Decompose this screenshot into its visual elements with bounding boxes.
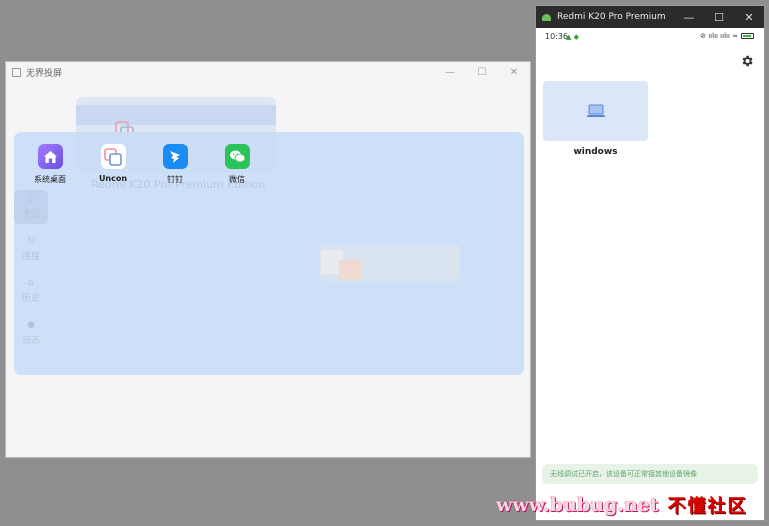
wechat-app-icon <box>224 144 250 169</box>
status-right: ⊘ ıılıı ıılıı ≈ <box>700 32 754 40</box>
device-label: windows <box>573 147 618 157</box>
nav-label: 连接 <box>21 252 40 262</box>
watermark-name: 不懂社区 <box>667 496 748 517</box>
window-title: 无界投屏 <box>26 68 63 79</box>
home-app-icon <box>37 144 63 169</box>
app-label: 系统桌面 <box>34 175 66 184</box>
ghost-card-bar <box>76 105 276 125</box>
blurred-region-pink <box>339 260 361 280</box>
phone-status-bar: 10:36 ▲ ◆ ⊘ ıılıı ıılıı ≈ <box>536 30 764 44</box>
app-item-uncon[interactable]: Uncon <box>83 144 143 183</box>
main-window: 无界投屏 — ☐ ✕ 流量 Redmi K20 Pro Premium Edit… <box>5 61 531 458</box>
info-icon: ● <box>27 320 35 330</box>
app-item-dingtalk[interactable]: 钉钉 <box>145 144 205 185</box>
nav-label: 历史 <box>21 294 40 304</box>
minimize-button[interactable]: — <box>674 6 704 28</box>
app-logo-icon <box>12 67 21 77</box>
laptop-icon <box>586 104 605 117</box>
uncon-app-icon <box>100 144 126 169</box>
nav-item-connect[interactable]: ↻ 连接 <box>14 232 48 266</box>
window-controls: — ☐ ✕ <box>434 62 530 82</box>
app-item-wechat[interactable]: 微信 <box>207 144 267 185</box>
nav-item-home[interactable]: ⌂ 主页 <box>14 190 48 224</box>
status-time: 10:36 <box>545 32 569 41</box>
device-window-title: Redmi K20 Pro Premium Edi... <box>557 12 669 22</box>
device-window: Redmi K20 Pro Premium Edi... — ☐ ✕ 10:36… <box>535 5 765 521</box>
sidebar-nav: ⌂ 主页 ↻ 连接 ⌂ 历史 ● 日志 <box>14 190 48 358</box>
watermark: www.bubug.net 不懂社区 <box>496 493 748 517</box>
app-label: 钉钉 <box>167 175 183 184</box>
signal-icons: ⊘ ıılıı ıılıı ≈ <box>700 32 738 40</box>
nav-label: 主页 <box>21 210 40 220</box>
app-dock: 系统桌面 Uncon 钉钉 微信 <box>6 144 530 188</box>
close-button[interactable]: ✕ <box>734 6 764 28</box>
dingtalk-app-icon <box>162 144 188 169</box>
app-item-desktop[interactable]: 系统桌面 <box>20 144 80 185</box>
close-button[interactable]: ✕ <box>498 62 530 82</box>
app-label: 微信 <box>229 175 245 184</box>
home-icon: ⌂ <box>28 194 34 204</box>
minimize-button[interactable]: — <box>434 62 466 82</box>
nav-item-log[interactable]: ● 日志 <box>14 316 48 350</box>
gear-icon[interactable] <box>740 54 754 68</box>
sync-icon: ↻ <box>27 236 35 246</box>
android-icon <box>542 13 551 21</box>
maximize-button[interactable]: ☐ <box>704 6 734 28</box>
notification-icons: ▲ ◆ <box>566 33 579 41</box>
device-card[interactable] <box>543 81 648 141</box>
app-label: Uncon <box>98 174 128 183</box>
device-window-controls: — ☐ ✕ <box>674 6 764 28</box>
battery-icon <box>741 33 754 39</box>
maximize-button[interactable]: ☐ <box>466 62 498 82</box>
status-toast: 无线调试已开启，该设备可正常接其他设备镜像 <box>542 464 758 484</box>
nav-item-history[interactable]: ⌂ 历史 <box>14 274 48 308</box>
history-icon: ⌂ <box>28 278 34 288</box>
nav-label: 日志 <box>21 336 40 346</box>
watermark-site: www.bubug.net <box>496 494 659 516</box>
